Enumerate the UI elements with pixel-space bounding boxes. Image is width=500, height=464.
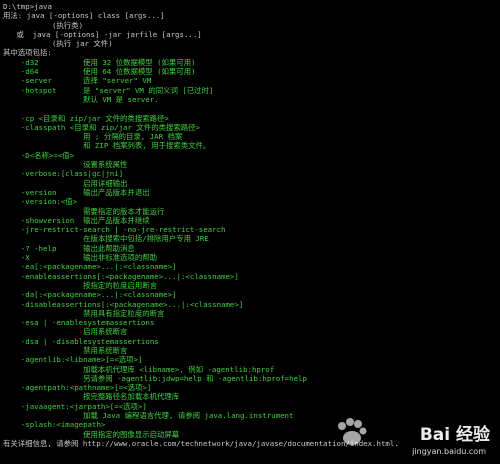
terminal-line: -disableassertions[:<packagename>...|:<c… [3, 299, 244, 309]
terminal-line: -version:<值> [3, 197, 78, 207]
terminal-line: -dsa | -disablesystemassertions [3, 336, 159, 346]
terminal-line: 加载本机代理库 <libname>, 例如 -agentlib:hprof [3, 364, 275, 374]
terminal-line: -cp <目录和 zip/jar 文件的类搜索路径> [3, 113, 169, 123]
terminal-line: -ea[:<packagename>...|:<classname>] [3, 262, 177, 272]
terminal-line: (执行 jar 文件) [3, 39, 113, 49]
terminal-line: -jre-restrict-search | -no-jre-restrict-… [3, 225, 226, 235]
terminal-line: D:\tmp>java [3, 2, 52, 11]
terminal-line: -javaagent:<jarpath>[=<选项>] [3, 401, 147, 411]
terminal-line: 启用详细输出 [3, 178, 128, 188]
terminal-line: -? -help 输出此帮助消息 [3, 243, 135, 253]
terminal-line: -esa | -enablesystemassertions [3, 318, 155, 328]
terminal-line: -version 输出产品版本并退出 [3, 187, 150, 197]
terminal-line: 其中选项包括: [3, 48, 52, 58]
terminal-line: -X 输出非标准选项的帮助 [3, 253, 157, 263]
terminal-line: -server 选择 "server" VM [3, 76, 152, 86]
terminal-line: -verbose:[class|gc|jni] [3, 169, 124, 179]
paw-logo-icon [338, 418, 367, 445]
terminal-line: -d64 使用 64 位数据模型 (如果可用) [3, 67, 196, 77]
terminal-line: -hotspot 是 "server" VM 的同义词 [已过时] [3, 85, 214, 95]
terminal-line: 设置系统属性 [3, 160, 128, 170]
terminal-line: 另请参阅 -agentlib:jdwp=help 和 -agentlib:hpr… [3, 373, 307, 383]
terminal-line: -showversion 输出产品版本并继续 [3, 215, 150, 225]
terminal-line: (执行类) [3, 20, 84, 30]
terminal-line: -D<名称>=<值> [3, 150, 75, 160]
terminal-line: 默认 VM 是 server. [3, 94, 159, 104]
terminal-line: 用 ; 分隔的目录, JAR 档案 [3, 132, 183, 142]
terminal-line: 需要指定的版本才能运行 [3, 206, 165, 216]
terminal-line: 用法: java [-options] class [args...] [3, 11, 165, 21]
terminal-line: 或 java [-options] -jar jarfile [args...] [3, 29, 202, 39]
terminal-line: 禁用系统断言 [3, 345, 128, 355]
baidu-jingyan-watermark: Bai 经验 jingyan.baidu.com [332, 414, 492, 458]
watermark-brand: Bai 经验 [419, 425, 490, 445]
terminal-line: -agentlib:<libname>[=<选项>] [3, 355, 143, 365]
terminal-output[interactable]: D:\tmp>java 用法: java [-options] class [ar… [3, 2, 500, 464]
terminal-line: 禁用具有指定粒度的断言 [3, 308, 165, 318]
terminal-line: 和 ZIP 档案列表, 用于搜索类文件。 [3, 141, 211, 151]
terminal-line: -d32 使用 32 位数据模型 (如果可用) [3, 57, 196, 67]
terminal-line: 按完整路径名加载本机代理库 [3, 392, 180, 402]
terminal-line: -da[:<packagename>...|:<classname>] [3, 290, 177, 300]
terminal-line: -classpath <目录和 zip/jar 文件的类搜索路径> [3, 122, 200, 132]
terminal-line: 在版本搜索中包括/排除用户专用 JRE [3, 234, 209, 244]
terminal-line: -enableassertions[:<packagename>...|:<cl… [3, 271, 239, 281]
terminal-window[interactable]: D:\tmp>java 用法: java [-options] class [ar… [0, 0, 500, 464]
terminal-line: 启用系统断言 [3, 327, 128, 337]
watermark-url: jingyan.baidu.com [412, 447, 486, 456]
terminal-line: -agentpath:<pathname>[=<选项>] [3, 383, 152, 393]
terminal-line: 按指定的粒度启用断言 [3, 280, 157, 290]
